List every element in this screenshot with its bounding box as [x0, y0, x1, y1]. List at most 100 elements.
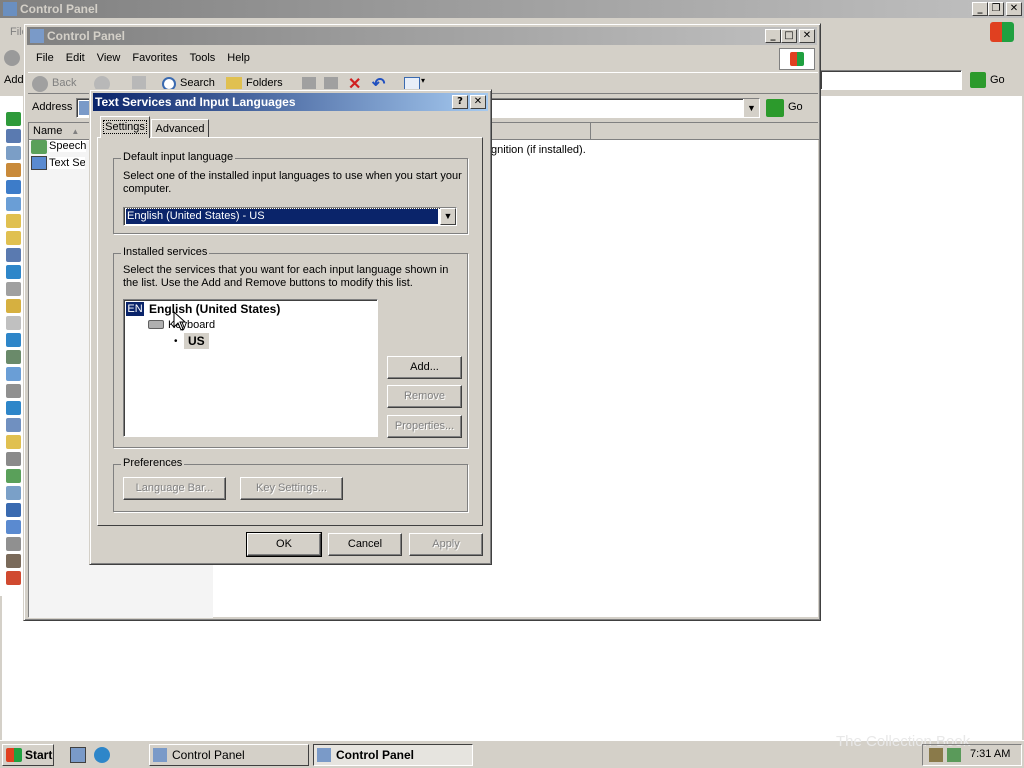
menu-tools[interactable]: Tools: [184, 52, 222, 64]
regional-options-icon[interactable]: [6, 401, 21, 415]
inner-windows-logo-icon: [779, 48, 815, 70]
outer-title-bar[interactable]: Control Panel: [0, 0, 1024, 18]
language-bar-button[interactable]: Language Bar...: [123, 477, 226, 500]
menu-favorites[interactable]: Favorites: [126, 52, 183, 64]
menu-file[interactable]: File: [30, 52, 60, 64]
close-button[interactable]: ✕: [1006, 2, 1022, 16]
apply-button[interactable]: Apply: [409, 533, 483, 556]
text-services-row-label[interactable]: Text Ser: [49, 157, 85, 169]
scanners-icon[interactable]: [6, 418, 21, 432]
text-services-row-icon: [31, 156, 47, 170]
accessibility-icon[interactable]: [6, 112, 21, 126]
menu-help[interactable]: Help: [221, 52, 256, 64]
dialog-close-button[interactable]: ✕: [470, 95, 486, 109]
game-controllers-icon[interactable]: [6, 248, 21, 262]
key-settings-button[interactable]: Key Settings...: [240, 477, 343, 500]
text-services-dialog: Text Services and Input Languages ? ✕ Se…: [89, 89, 492, 565]
user-accounts-icon[interactable]: [6, 537, 21, 551]
speech-icon[interactable]: [6, 469, 21, 483]
keyboard-icon[interactable]: [6, 282, 21, 296]
power-options-icon[interactable]: [6, 367, 21, 381]
address-dropdown[interactable]: ▼: [743, 99, 759, 117]
sort-arrow-icon: ▲: [71, 127, 80, 136]
inner-menu-bar: File Edit View Favorites Tools Help: [30, 48, 256, 68]
outer-address-field[interactable]: [820, 70, 962, 90]
start-logo-icon: [6, 748, 22, 762]
sounds-icon[interactable]: [6, 452, 21, 466]
ok-button[interactable]: OK: [246, 532, 322, 557]
tree-bullet: •: [174, 336, 178, 347]
clock[interactable]: 7:31 AM: [970, 748, 1010, 760]
inner-go-arrow-icon[interactable]: [766, 99, 784, 117]
add-hardware-icon[interactable]: [6, 129, 21, 143]
cancel-button[interactable]: Cancel: [328, 533, 402, 556]
folders-label[interactable]: Folders: [246, 77, 283, 89]
dropdown-arrow-icon[interactable]: ▼: [440, 208, 456, 225]
inner-close-button[interactable]: ✕: [799, 29, 815, 43]
start-button[interactable]: Start: [2, 744, 54, 766]
search-label[interactable]: Search: [180, 77, 215, 89]
properties-button[interactable]: Properties...: [387, 415, 462, 438]
outer-back-icon[interactable]: [4, 50, 20, 66]
views-dropdown-icon[interactable]: ▾: [421, 76, 425, 85]
system-icon[interactable]: [6, 486, 21, 500]
quicklaunch-desktop-icon[interactable]: [70, 747, 86, 763]
tab-settings[interactable]: Settings: [100, 116, 150, 138]
mouse-icon[interactable]: [6, 316, 21, 330]
speech-row-label[interactable]: Speech: [49, 140, 87, 152]
remove-button[interactable]: Remove: [387, 385, 462, 408]
default-language-group: Default input language Select one of the…: [113, 151, 468, 234]
back-label[interactable]: Back: [52, 77, 76, 89]
add-button[interactable]: Add...: [387, 356, 462, 379]
date-time-icon[interactable]: [6, 180, 21, 194]
back-icon[interactable]: [32, 76, 48, 92]
tray-language-icon[interactable]: [929, 748, 943, 762]
minimize-button[interactable]: _: [972, 2, 988, 16]
default-language-select[interactable]: English (United States) - US ▼: [123, 207, 457, 226]
inner-minimize-button[interactable]: _: [765, 29, 781, 43]
folder-options-icon[interactable]: [6, 214, 21, 228]
outer-go-button[interactable]: Go: [968, 70, 1005, 90]
inner-window-title: Control Panel: [47, 29, 126, 43]
installed-services-legend: Installed services: [121, 246, 210, 258]
internet-options-icon[interactable]: [6, 265, 21, 279]
phone-modem-icon[interactable]: [6, 350, 21, 364]
tree-language-node[interactable]: English (United States): [149, 302, 280, 316]
fonts-icon[interactable]: [6, 231, 21, 245]
network-icon[interactable]: [6, 333, 21, 347]
dialog-title: Text Services and Input Languages: [95, 95, 296, 109]
tab-advanced[interactable]: Advanced: [151, 119, 209, 138]
inner-go-label[interactable]: Go: [788, 101, 803, 113]
list-overlay: Speech Text Ser: [28, 139, 88, 179]
admin-tools-icon[interactable]: [6, 163, 21, 177]
tab-page: Default input language Select one of the…: [97, 137, 483, 526]
inner-title-bar[interactable]: Control Panel: [27, 27, 817, 45]
menu-edit[interactable]: Edit: [60, 52, 91, 64]
tab-settings-label: Settings: [103, 120, 147, 134]
dialog-title-bar[interactable]: Text Services and Input Languages: [93, 93, 488, 111]
taskbar-item-control-panel-1[interactable]: Control Panel: [149, 744, 309, 766]
printers-icon[interactable]: [6, 384, 21, 398]
network-setup-icon[interactable]: [6, 571, 21, 585]
add-remove-programs-icon[interactable]: [6, 146, 21, 160]
restore-button[interactable]: ❐: [988, 2, 1004, 16]
licensing-icon[interactable]: [6, 299, 21, 313]
default-language-description: Select one of the installed input langua…: [123, 170, 462, 195]
tree-layout-node[interactable]: US: [184, 333, 209, 349]
taskbar-icon[interactable]: [6, 503, 21, 517]
wireless-icon[interactable]: [6, 554, 21, 568]
taskbar-item-control-panel-2[interactable]: Control Panel: [313, 744, 473, 766]
text-services-icon[interactable]: [6, 520, 21, 534]
menu-view[interactable]: View: [91, 52, 127, 64]
scheduled-tasks-icon[interactable]: [6, 435, 21, 449]
address-label: Address: [32, 101, 73, 113]
installed-services-group: Installed services Select the services t…: [113, 246, 468, 448]
go-arrow-icon: [970, 72, 986, 88]
tray-network-icon[interactable]: [947, 748, 961, 762]
display-icon[interactable]: [6, 197, 21, 211]
comments-column-header[interactable]: [491, 123, 591, 140]
services-tree[interactable]: EN English (United States) Keyboard • US: [123, 299, 378, 437]
inner-maximize-button[interactable]: □: [781, 29, 797, 43]
help-button[interactable]: ?: [452, 95, 468, 109]
quicklaunch-ie-icon[interactable]: [94, 747, 110, 763]
